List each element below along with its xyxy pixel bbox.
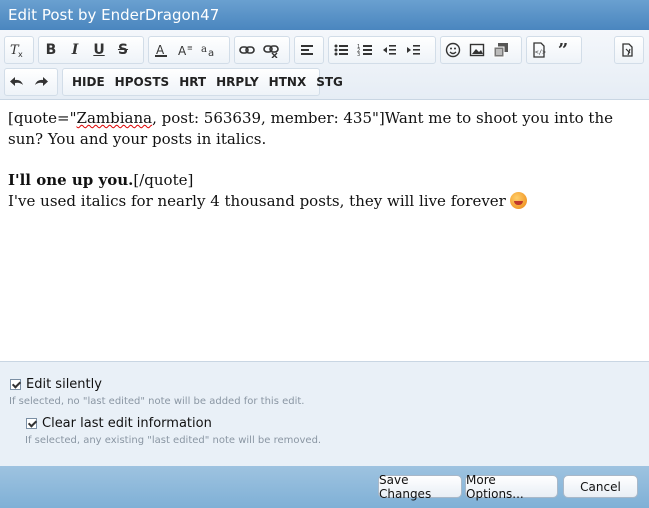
toolbar-group-lists: 123: [328, 36, 436, 64]
edit-silently-checkbox[interactable]: [10, 379, 21, 390]
text-color-icon[interactable]: A: [149, 38, 173, 62]
reply-text: I've used italics for nearly 4 thousand …: [8, 192, 506, 210]
toolbar-group-style: B I U S: [38, 36, 144, 64]
indent-icon[interactable]: [401, 38, 425, 62]
outdent-icon[interactable]: [377, 38, 401, 62]
quote-close-tag: [/quote]: [133, 171, 194, 189]
toolbar-group-link: [234, 36, 290, 64]
toolbar-group-history: [4, 68, 58, 96]
clear-last-edit-label: Clear last edit information: [42, 416, 212, 431]
toolbar-group-format: Tx: [4, 36, 34, 64]
quote-paragraph: [quote="Zambiana, post: 563639, member: …: [8, 108, 641, 150]
toolbar-group-custom: HIDE HPOSTS HRT HRPLY HTNX STG: [62, 68, 343, 96]
underline-icon[interactable]: U: [87, 38, 111, 62]
hrply-button[interactable]: HRPLY: [211, 70, 264, 94]
hposts-button[interactable]: HPOSTS: [110, 70, 175, 94]
htnx-button[interactable]: HTNX: [264, 70, 312, 94]
svg-text:A: A: [156, 43, 165, 57]
font-size-icon[interactable]: A ≡: [173, 38, 197, 62]
dialog-title: Edit Post by EnderDragon47: [0, 0, 649, 30]
svg-text:a: a: [201, 44, 207, 55]
tongue-smiley-icon: [509, 192, 527, 209]
hide-button[interactable]: HIDE: [67, 70, 110, 94]
svg-text:</>: </>: [535, 49, 546, 56]
dialog-footer: Save Changes More Options... Cancel: [0, 466, 649, 508]
editor-toolbar: Tx B I U S A A ≡ aa 1 2 3 </> ” HIDE HPO…: [0, 30, 649, 100]
unlink-icon[interactable]: [259, 38, 283, 62]
strikethrough-icon[interactable]: S: [111, 38, 135, 62]
edit-silently-label: Edit silently: [26, 377, 102, 392]
svg-text:≡: ≡: [187, 44, 193, 52]
redo-icon[interactable]: [29, 70, 53, 94]
font-family-icon[interactable]: aa: [197, 38, 221, 62]
toolbar-group-align: [294, 36, 324, 64]
edit-silently-option[interactable]: Edit silently: [10, 377, 102, 392]
bold-text: I'll one up you.: [8, 171, 134, 189]
clear-last-edit-option[interactable]: Clear last edit information: [26, 416, 212, 431]
svg-text:a: a: [208, 48, 214, 58]
save-changes-button[interactable]: Save Changes: [378, 473, 462, 501]
hrt-button[interactable]: HRT: [174, 70, 211, 94]
code-icon[interactable]: </>: [527, 38, 551, 62]
quote-author-name: Zambiana: [76, 109, 153, 127]
message-editor[interactable]: [quote="Zambiana, post: 563639, member: …: [0, 100, 649, 362]
svg-text:x: x: [18, 50, 23, 58]
remove-format-icon[interactable]: Tx: [5, 38, 29, 62]
link-icon[interactable]: [235, 38, 259, 62]
toolbar-group-insert: [440, 36, 522, 64]
undo-icon[interactable]: [5, 70, 29, 94]
quote-end-paragraph: I'll one up you.[/quote]: [8, 170, 641, 191]
bullet-list-icon[interactable]: [329, 38, 353, 62]
quote-open-text: [quote=": [8, 109, 77, 127]
toolbar-group-font: A A ≡ aa: [148, 36, 230, 64]
quote-icon[interactable]: ”: [551, 38, 575, 62]
more-options-button[interactable]: More Options...: [465, 473, 558, 501]
media-icon[interactable]: [489, 38, 513, 62]
clear-last-edit-checkbox[interactable]: [26, 418, 37, 429]
stg-button[interactable]: STG: [311, 70, 348, 94]
toolbar-group-block: </> ”: [526, 36, 582, 64]
svg-text:3: 3: [357, 52, 360, 58]
toolbar-group-mode: [614, 36, 644, 64]
bold-icon[interactable]: B: [39, 38, 63, 62]
cancel-button[interactable]: Cancel: [563, 475, 638, 498]
toggle-bbcode-icon[interactable]: [615, 38, 639, 62]
italic-icon[interactable]: I: [63, 38, 87, 62]
edit-options: Edit silently If selected, no "last edit…: [0, 362, 649, 466]
clear-last-edit-hint: If selected, any existing "last edited" …: [25, 435, 322, 446]
svg-text:A: A: [178, 44, 187, 58]
reply-paragraph: I've used italics for nearly 4 thousand …: [8, 191, 641, 212]
align-icon[interactable]: [295, 38, 319, 62]
edit-silently-hint: If selected, no "last edited" note will …: [9, 396, 305, 407]
empty-line: [8, 150, 641, 170]
smilies-icon[interactable]: [441, 38, 465, 62]
numbered-list-icon[interactable]: 123: [353, 38, 377, 62]
image-icon[interactable]: [465, 38, 489, 62]
edit-post-dialog: Edit Post by EnderDragon47 Tx B I U S A …: [0, 0, 649, 508]
